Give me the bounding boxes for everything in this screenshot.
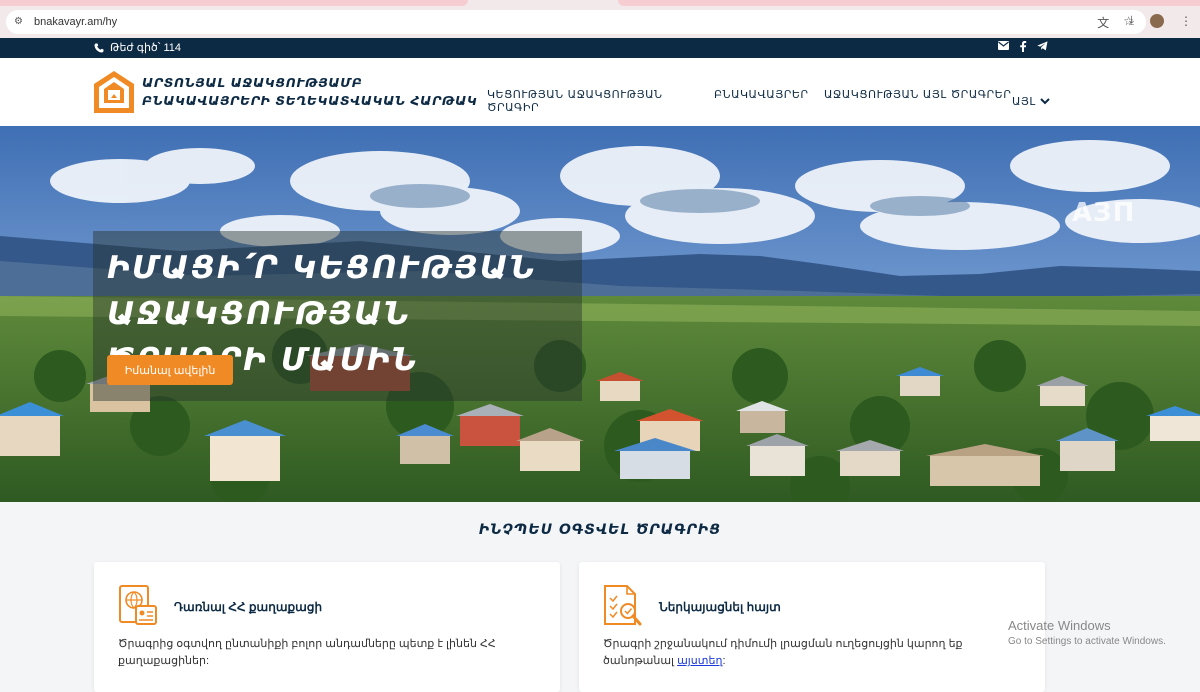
facebook-icon[interactable] [1019, 41, 1027, 52]
site-header: ԱՐՏՈՆՅԱԼ ԱՋԱԿՑՈՒԹՅԱՄԲ ԲՆԱԿԱՎԱՅՐԵՐԻ ՏԵՂԵԿ… [0, 58, 1200, 126]
hotline[interactable]: Թեժ գիծ՝ 114 [94, 41, 181, 54]
download-icon[interactable]: ⤓ [1129, 13, 1134, 28]
step-card-text-wrap: Ծրագրի շրջանակում դիմումի լրացման ուղեցո… [603, 636, 1023, 670]
logo-text[interactable]: ԱՐՏՈՆՅԱԼ ԱՋԱԿՑՈՒԹՅԱՄԲ ԲՆԱԿԱՎԱՅՐԵՐԻ ՏԵՂԵԿ… [142, 74, 477, 110]
step-card-text: Ծրագրի շրջանակում դիմումի լրացման ուղեցո… [603, 638, 963, 667]
windows-activation-watermark: Activate Windows Go to Settings to activ… [1008, 618, 1166, 647]
hotline-label: Թեժ գիծ՝ 114 [110, 42, 181, 54]
hero-banner: АЗП ԻՄԱՑԻ՛Ր ԿԵՑՈՒԹՅԱՆ ԱՋԱԿՑՈՒԹՅԱՆ ԾՐԱԳՐԻ… [0, 126, 1200, 502]
step-card-title: Դառնալ ՀՀ քաղաքացի [174, 600, 323, 614]
nav-item-settlements[interactable]: ԲՆԱԿԱՎԱՅՐԵՐ [714, 88, 824, 114]
avatar[interactable] [1150, 13, 1164, 28]
browser-tab[interactable] [0, 0, 468, 6]
hero-watermark: АЗП [1072, 198, 1136, 228]
activation-title: Activate Windows [1008, 618, 1111, 633]
activation-subtitle: Go to Settings to activate Windows. [1008, 636, 1166, 647]
step-card-text-end: : [722, 655, 726, 667]
logo-house-icon[interactable] [93, 70, 135, 114]
step-card-citizenship: Դառնալ ՀՀ քաղաքացի Ծրագրից օգտվող ընտանի… [94, 562, 560, 692]
chevron-down-icon [1040, 97, 1050, 104]
telegram-icon[interactable] [1037, 41, 1048, 51]
learn-more-button[interactable]: Իմանալ ավելին [107, 355, 233, 385]
how-to-title: ԻՆՉՊԵՍ ՕԳՏՎԵԼ ԾՐԱԳՐԻՑ [478, 522, 722, 538]
logo-line-2: ԲՆԱԿԱՎԱՅՐԵՐԻ ՏԵՂԵԿԱՏՎԱԿԱՆ ՀԱՐԹԱԿ [142, 93, 478, 108]
browser-toolbar: ⚙ bnakavayr.am/hy 文 ☆ ⤓ ⋮ [0, 0, 1200, 38]
top-info-bar: Թեժ գիծ՝ 114 [0, 38, 1200, 58]
main-nav: ԿԵՑՈՒԹՅԱՆ ԱՋԱԿՑՈՒԹՅԱՆ ԾՐԱԳԻՐ ԲՆԱԿԱՎԱՅՐԵՐ… [487, 88, 1050, 114]
address-bar[interactable]: ⚙ bnakavayr.am/hy 文 ☆ [6, 10, 1146, 34]
hero-text-panel: ԻՄԱՑԻ՛Ր ԿԵՑՈՒԹՅԱՆ ԱՋԱԿՑՈՒԹՅԱՆ ԾՐԱԳՐԻ ՄԱՍ… [93, 231, 582, 401]
step-card-title: Ներկայացնել հայտ [659, 600, 781, 614]
phone-icon [94, 43, 104, 52]
nav-item-more[interactable]: ԱՅԼ [1012, 88, 1050, 114]
translate-icon[interactable]: 文 [1097, 14, 1109, 31]
logo-line-1: ԱՐՏՈՆՅԱԼ ԱՋԱԿՑՈՒԹՅԱՄԲ [142, 75, 363, 90]
document-search-icon [604, 585, 642, 626]
mail-icon[interactable] [998, 41, 1009, 50]
tab-strip [0, 0, 1200, 8]
step-card-application: Ներկայացնել հայտ Ծրագրի շրջանակում դիմու… [579, 562, 1045, 692]
passport-icon [119, 585, 157, 625]
menu-icon[interactable]: ⋮ [1180, 14, 1192, 28]
browser-tab[interactable] [618, 0, 1200, 6]
url-text[interactable]: bnakavayr.am/hy [34, 16, 117, 28]
nav-item-more-label: ԱՅԼ [1012, 94, 1036, 108]
nav-item-living-support-program[interactable]: ԿԵՑՈՒԹՅԱՆ ԱՋԱԿՑՈՒԹՅԱՆ ԾՐԱԳԻՐ [487, 88, 714, 114]
hero-title-line-1: ԻՄԱՑԻ՛Ր ԿԵՑՈՒԹՅԱՆ [107, 250, 537, 286]
guide-link[interactable]: այստեղ [677, 655, 722, 667]
tune-icon[interactable]: ⚙ [14, 16, 26, 28]
nav-item-other-programs[interactable]: ԱՋԱԿՑՈՒԹՅԱՆ ԱՅԼ ԾՐԱԳՐԵՐ [824, 88, 1012, 114]
step-card-text: Ծրագրից օգտվող ընտանիքի բոլոր անդամները … [118, 638, 496, 667]
